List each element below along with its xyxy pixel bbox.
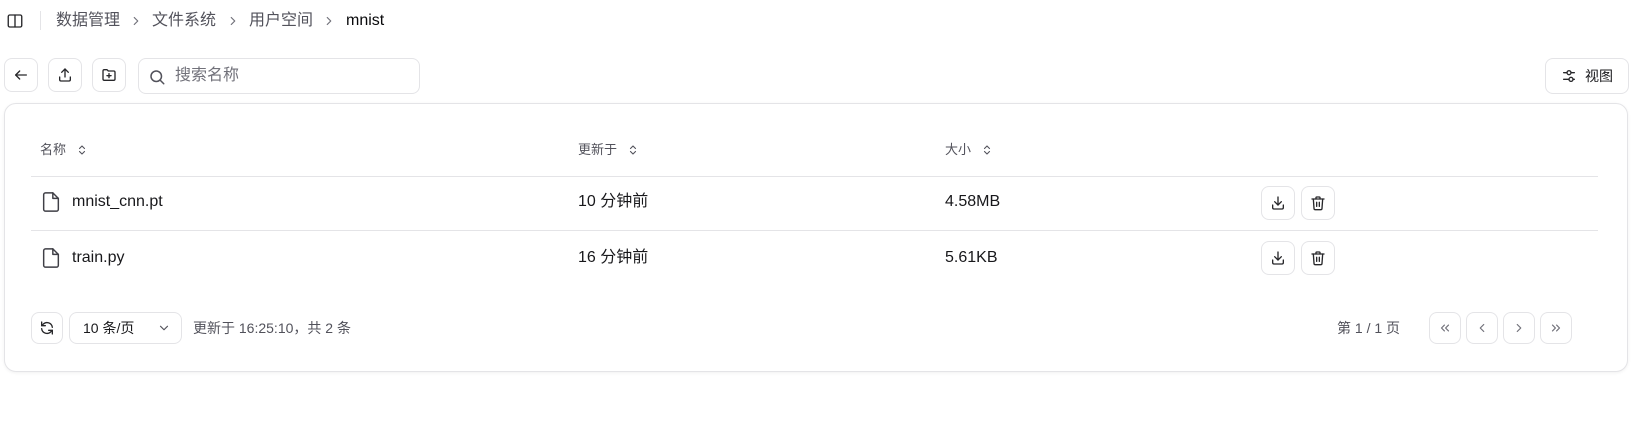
file-updated: 16 分钟前 [578, 249, 649, 266]
chevron-right-icon [226, 14, 240, 28]
table-divider [31, 176, 1598, 177]
chevron-down-icon [157, 321, 171, 335]
panel-left-icon [6, 12, 24, 30]
sidebar-toggle-button[interactable] [4, 10, 26, 32]
file-icon [40, 247, 62, 269]
breadcrumb-item-file-system[interactable]: 文件系统 [152, 10, 216, 32]
sort-icon [981, 144, 993, 156]
page-size-value: 10 条/页 [83, 320, 135, 336]
search-box [138, 58, 420, 94]
trash-icon [1310, 250, 1326, 266]
chevron-right-icon [1512, 321, 1526, 335]
chevron-right-icon [129, 14, 143, 28]
folder-plus-icon [101, 67, 117, 83]
download-icon [1270, 250, 1286, 266]
first-page-button[interactable] [1429, 312, 1461, 344]
breadcrumb-item-user-space[interactable]: 用户空间 [249, 10, 313, 32]
last-page-button[interactable] [1540, 312, 1572, 344]
upload-button[interactable] [48, 58, 82, 92]
column-header-updated[interactable]: 更新于 [578, 141, 639, 159]
column-header-size[interactable]: 大小 [945, 141, 993, 159]
back-button[interactable] [4, 58, 38, 92]
chevron-left-icon [1475, 321, 1489, 335]
column-header-name[interactable]: 名称 [40, 141, 88, 159]
sliders-icon [1561, 68, 1577, 84]
download-icon [1270, 195, 1286, 211]
download-button[interactable] [1261, 241, 1295, 275]
sort-icon [627, 144, 639, 156]
breadcrumb-current: mnist [346, 12, 385, 29]
delete-button[interactable] [1301, 241, 1335, 275]
next-page-button[interactable] [1503, 312, 1535, 344]
file-name[interactable]: train.py [72, 247, 124, 269]
page-info: 第 1 / 1 页 [1337, 320, 1401, 336]
column-header-label: 更新于 [578, 142, 618, 157]
delete-button[interactable] [1301, 186, 1335, 220]
chevrons-right-icon [1549, 321, 1563, 335]
file-icon [40, 191, 62, 213]
file-name[interactable]: mnist_cnn.pt [72, 191, 163, 213]
download-button[interactable] [1261, 186, 1295, 220]
file-size: 5.61KB [945, 249, 998, 266]
page-size-select[interactable]: 10 条/页 [69, 312, 182, 344]
table-divider [31, 230, 1598, 231]
sort-icon [76, 144, 88, 156]
view-button[interactable]: 视图 [1545, 58, 1629, 94]
upload-icon [57, 67, 73, 83]
search-input[interactable] [175, 65, 411, 87]
arrow-left-icon [13, 67, 29, 83]
file-updated: 10 分钟前 [578, 193, 649, 210]
breadcrumb-divider [40, 11, 41, 30]
new-folder-button[interactable] [92, 58, 126, 92]
breadcrumb-item-data-management[interactable]: 数据管理 [56, 10, 120, 32]
file-size: 4.58MB [945, 193, 1001, 210]
view-button-label: 视图 [1585, 68, 1613, 84]
column-header-label: 大小 [945, 142, 972, 157]
chevron-right-icon [322, 14, 336, 28]
prev-page-button[interactable] [1466, 312, 1498, 344]
column-header-label: 名称 [40, 142, 67, 157]
refresh-button[interactable] [31, 312, 63, 344]
chevrons-left-icon [1438, 321, 1452, 335]
update-status-text: 更新于 16:25:10，共 2 条 [193, 320, 351, 336]
trash-icon [1310, 195, 1326, 211]
refresh-icon [39, 320, 55, 336]
search-icon [148, 68, 166, 86]
